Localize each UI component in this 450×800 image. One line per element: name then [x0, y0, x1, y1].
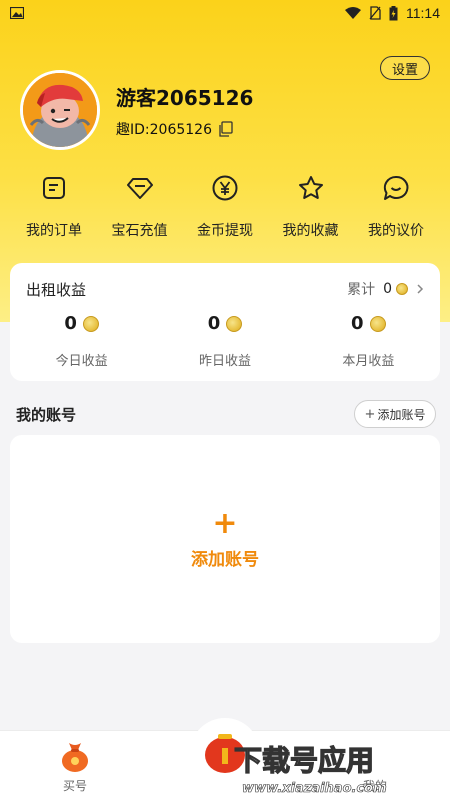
menu-my-orders[interactable]: 我的订单 [14, 172, 94, 240]
coin-icon [226, 315, 243, 332]
settings-button[interactable]: 设置 [380, 56, 430, 80]
yen-icon [212, 175, 238, 201]
stat-today: 0 今日收益 [10, 313, 153, 369]
coin-icon [369, 315, 386, 332]
stat-value: 0 [207, 313, 221, 334]
rent-income-card: 出租收益 累计 0 0 今日收益 0 昨日收益 0 本月收益 [10, 263, 440, 381]
user-id: 趣ID:2065126 [116, 122, 212, 138]
gem-icon [126, 178, 153, 199]
rent-income-title: 出租收益 [26, 281, 87, 299]
menu-label: 我的订单 [26, 223, 82, 239]
stat-value: 0 [351, 313, 364, 334]
stat-month: 0 本月收益 [297, 313, 440, 369]
menu-label: 金币提现 [197, 223, 253, 239]
wifi-icon [345, 6, 361, 19]
avatar-cartoon-icon [23, 73, 97, 147]
menu-label: 宝石充值 [111, 223, 168, 239]
battery-charging-icon [389, 5, 398, 20]
tab-label: 买号 [62, 779, 87, 793]
money-bag-icon [62, 743, 88, 772]
chevron-right-icon [417, 284, 424, 294]
username: 游客2065126 [116, 86, 254, 110]
rent-total-link[interactable]: 累计 0 [347, 279, 424, 299]
coin-icon [396, 283, 408, 295]
copy-icon[interactable] [218, 121, 233, 137]
menu-my-bargains[interactable]: 我的议价 [356, 172, 436, 240]
avatar[interactable] [20, 70, 100, 150]
status-bar: 11:14 [0, 0, 450, 26]
menu-coin-withdraw[interactable]: 金币提现 [185, 172, 265, 240]
star-icon [298, 176, 323, 199]
order-icon [43, 177, 65, 199]
gallery-notification-icon [10, 7, 24, 19]
plus-icon: + [364, 406, 376, 422]
lantern-icon [205, 734, 245, 773]
no-sim-icon [369, 6, 381, 20]
center-tab-button[interactable] [190, 718, 260, 788]
add-account-big-label: 添加账号 [191, 549, 259, 570]
total-value: 0 [383, 281, 392, 297]
tab-mine[interactable]: 我的 [300, 731, 450, 800]
clock: 11:14 [406, 5, 440, 21]
tab-label: 我的 [362, 779, 387, 793]
add-account-card[interactable]: + 添加账号 [10, 435, 440, 643]
rent-stats: 0 今日收益 0 昨日收益 0 本月收益 [10, 313, 440, 369]
chat-icon [383, 175, 409, 200]
plus-icon: + [212, 505, 238, 541]
menu-my-favorites[interactable]: 我的收藏 [271, 172, 351, 240]
my-accounts-title: 我的账号 [16, 406, 77, 424]
menu-label: 我的议价 [368, 223, 424, 239]
stat-value: 0 [64, 313, 77, 334]
quick-menu: 我的订单 宝石充值 金币提现 我的收藏 我的议价 [0, 172, 450, 240]
tab-buy[interactable]: 买号 [0, 731, 150, 800]
add-account-label: 添加账号 [377, 407, 426, 422]
coin-icon [82, 315, 99, 332]
user-id-row: 趣ID:2065126 [116, 119, 233, 139]
stat-label: 本月收益 [342, 354, 395, 369]
stat-yesterday: 0 昨日收益 [153, 313, 296, 369]
total-label: 累计 [347, 282, 376, 298]
stat-label: 昨日收益 [198, 354, 251, 369]
menu-label: 我的收藏 [282, 223, 339, 239]
add-account-button[interactable]: + 添加账号 [354, 400, 436, 428]
menu-gem-recharge[interactable]: 宝石充值 [100, 172, 180, 240]
stat-label: 今日收益 [55, 354, 108, 369]
